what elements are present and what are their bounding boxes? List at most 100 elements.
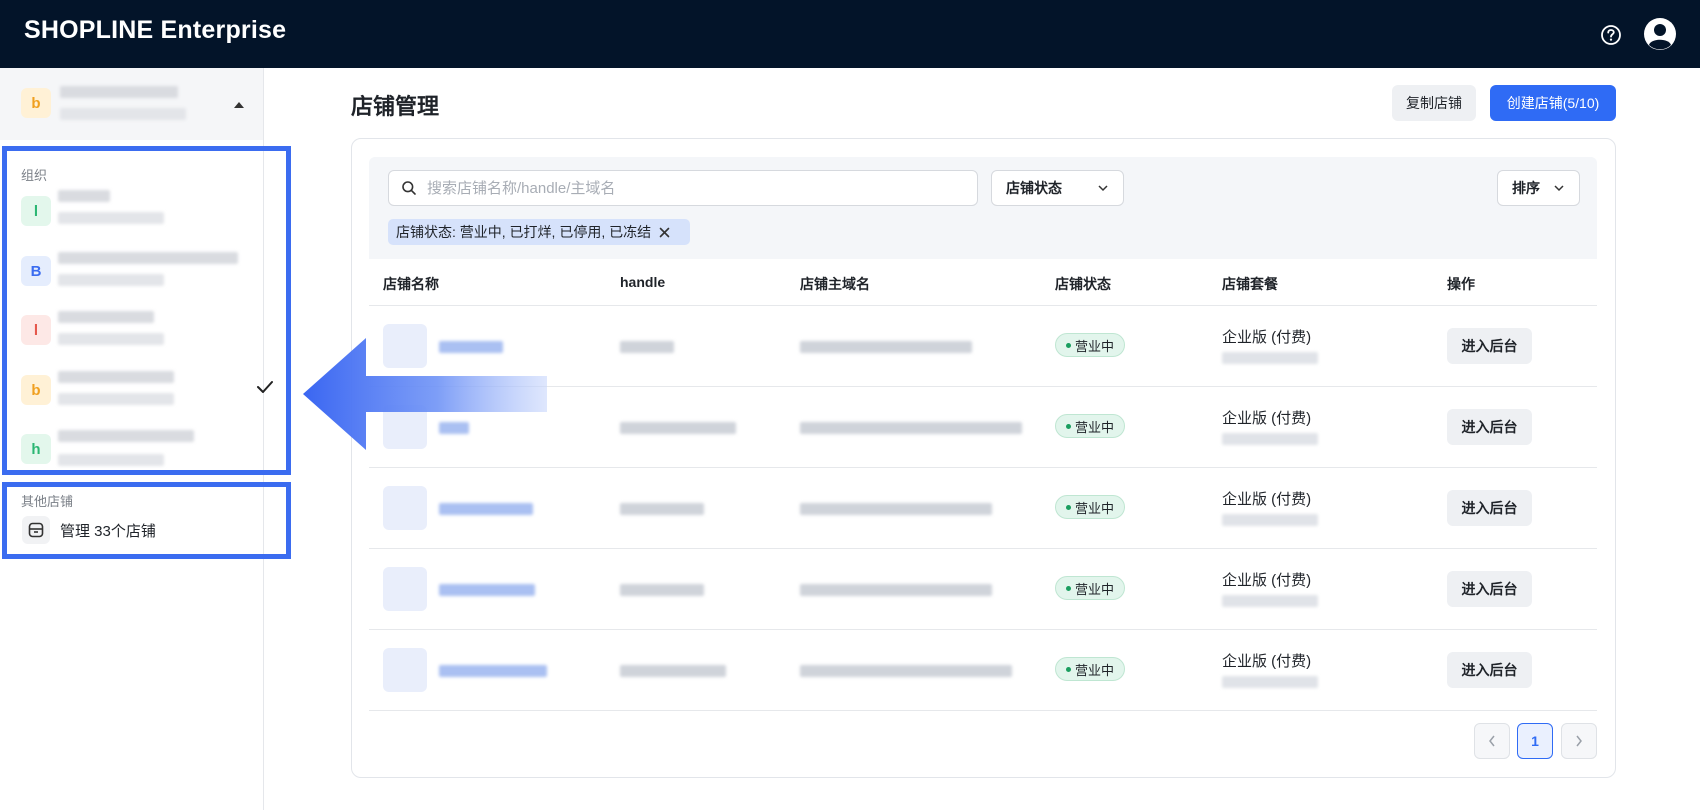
status-badge-label: 营业中 [1074,419,1114,435]
org-avatar: b [21,375,51,405]
plan-label: 企业版 (付费) [1222,410,1312,427]
org-sub [58,393,174,405]
org-name [58,430,194,442]
org-avatar: h [21,434,51,464]
page-number-button[interactable]: 1 [1517,723,1553,759]
chevron-right-icon [1576,735,1582,747]
status-dot [1065,504,1071,510]
table-row: 营业中 企业版 (付费) 进入后台 [369,306,1597,387]
sort-select-label: 排序 [1512,180,1540,196]
store-domain[interactable] [800,665,1012,677]
search-icon [402,181,416,195]
status-badge-label: 营业中 [1074,581,1114,597]
store-name-link[interactable] [439,665,547,677]
org-section-label: 组织 [21,168,48,183]
plan-sub [1222,676,1318,688]
col-handle: handle [620,274,666,290]
filter-tag-label: 店铺状态: 营业中, 已打烊, 已停用, 已冻结 [396,224,652,240]
create-store-button[interactable]: 创建店铺(5/10) [1490,85,1616,121]
sort-select[interactable]: 排序 [1497,170,1580,206]
chevron-down-icon [1554,185,1564,192]
table-row: 营业中 企业版 (付费) 进入后台 [369,630,1597,711]
manage-stores-label: 管理 33个店铺 [60,522,156,540]
status-filter-tag: 店铺状态: 营业中, 已打烊, 已停用, 已冻结 [388,219,690,245]
store-handle [620,503,704,515]
store-domain[interactable] [800,503,992,515]
page-title: 店铺管理 [351,94,440,119]
store-icon [22,516,50,544]
status-badge: 营业中 [1055,576,1125,600]
enter-admin-button[interactable]: 进入后台 [1447,490,1532,526]
org-item[interactable]: l [0,186,264,236]
status-select[interactable]: 店铺状态 [991,170,1124,206]
status-dot [1065,423,1071,429]
org-avatar: B [21,256,51,286]
store-domain[interactable] [800,341,972,353]
check-icon [257,381,273,393]
org-item-selected[interactable]: b [0,365,264,415]
org-item[interactable]: B [0,246,264,296]
store-domain[interactable] [800,422,1022,434]
col-domain: 店铺主域名 [800,276,870,292]
table-row: 营业中 企业版 (付费) 进入后台 [369,387,1597,468]
store-name-link[interactable] [439,584,535,596]
org-avatar: l [21,196,51,226]
brand-logo[interactable]: SHOPLINE Enterprise [24,16,286,45]
prev-page-button[interactable] [1474,723,1510,759]
plan-label: 企业版 (付费) [1222,653,1312,670]
org-sub [58,454,164,466]
store-thumbnail [383,486,427,530]
enter-admin-button[interactable]: 进入后台 [1447,409,1532,445]
table-header: 店铺名称 handle 店铺主域名 店铺状态 店铺套餐 操作 [369,259,1597,306]
enter-admin-button[interactable]: 进入后台 [1447,652,1532,688]
next-page-button[interactable] [1561,723,1597,759]
org-sub [58,212,164,224]
plan-sub [1222,352,1318,364]
search-box[interactable] [388,170,978,206]
other-stores-label: 其他店铺 [21,494,74,509]
plan-label: 企业版 (付费) [1222,572,1312,589]
manage-stores-item[interactable]: 管理 33个店铺 [22,515,156,545]
org-sub [58,333,164,345]
org-name [58,252,238,264]
plan-label: 企业版 (付费) [1222,491,1312,508]
caret-up-icon [234,102,244,108]
top-bar: SHOPLINE Enterprise [0,0,1700,68]
col-store-name: 店铺名称 [383,276,439,292]
current-org-name [60,86,178,98]
store-handle [620,665,726,677]
col-action: 操作 [1447,276,1475,292]
copy-store-button[interactable]: 复制店铺 [1392,85,1476,121]
current-org-avatar: b [21,88,51,118]
current-org-sub [60,108,186,120]
search-input[interactable] [427,179,967,197]
plan-sub [1222,595,1318,607]
col-plan: 店铺套餐 [1222,276,1278,292]
store-name-link[interactable] [439,503,533,515]
arrow-left-icon [303,338,547,450]
enter-admin-button[interactable]: 进入后台 [1447,571,1532,607]
store-handle [620,584,704,596]
close-icon[interactable] [659,227,670,238]
enter-admin-button[interactable]: 进入后台 [1447,328,1532,364]
status-badge: 营业中 [1055,495,1125,519]
store-thumbnail [383,567,427,611]
chevron-down-icon [1098,185,1108,192]
org-switcher[interactable]: b [0,68,263,140]
status-badge-label: 营业中 [1074,500,1114,516]
plan-sub [1222,433,1318,445]
org-item[interactable]: h [0,424,264,472]
store-handle [620,422,736,434]
status-badge: 营业中 [1055,333,1125,357]
status-dot [1065,342,1071,348]
org-name [58,190,110,202]
help-circle-icon[interactable] [1600,24,1622,46]
status-select-label: 店铺状态 [1006,180,1062,196]
org-name [58,371,174,383]
user-avatar-icon[interactable] [1643,17,1677,51]
store-domain[interactable] [800,584,992,596]
org-item[interactable]: l [0,305,264,355]
org-sub [58,274,164,286]
col-status: 店铺状态 [1055,276,1111,292]
chevron-left-icon [1489,735,1495,747]
